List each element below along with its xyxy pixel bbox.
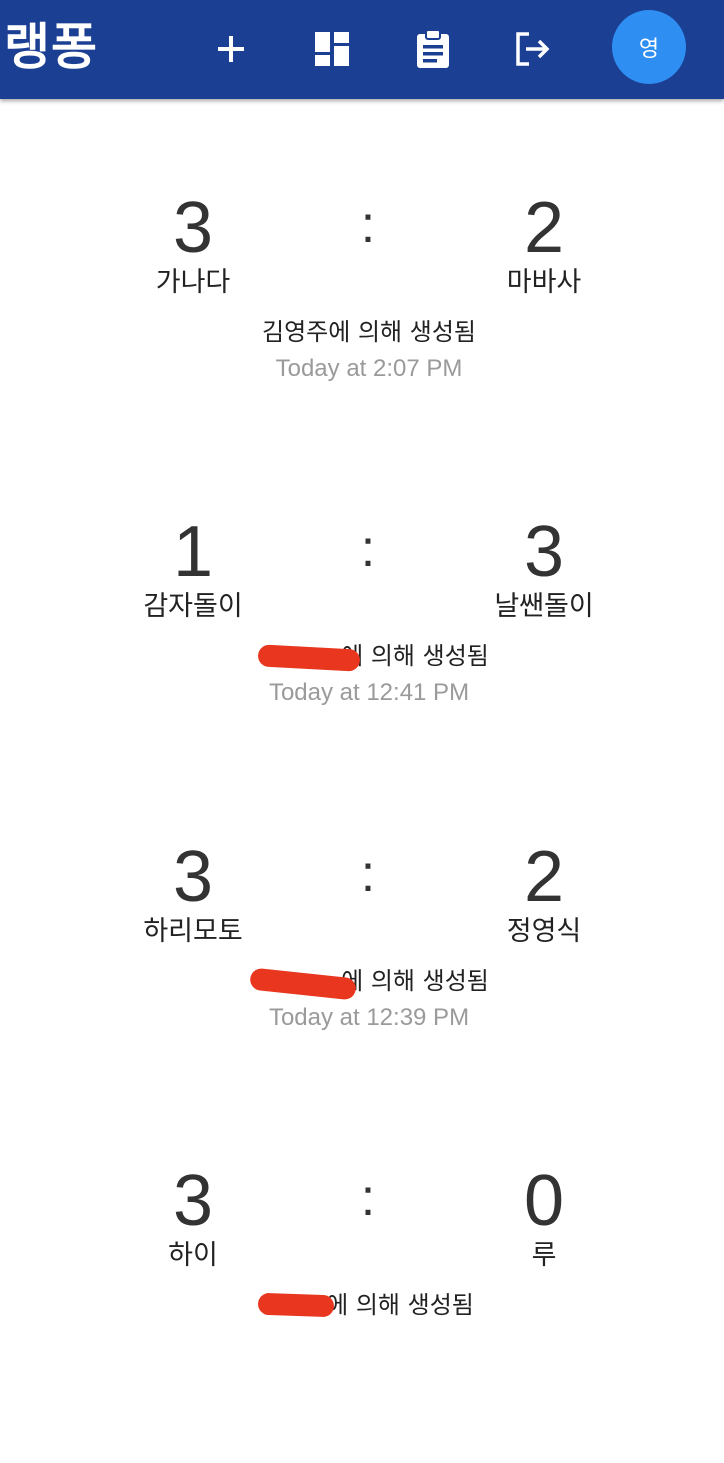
match-timestamp: Today at 12:39 PM bbox=[268, 1004, 470, 1031]
add-icon bbox=[218, 36, 244, 62]
left-player-name: 가나다 bbox=[155, 267, 231, 298]
score-separator: : bbox=[360, 845, 376, 903]
created-by-label: 김영주에 의해 생성됨 bbox=[262, 318, 476, 346]
right-score: 2 bbox=[523, 188, 565, 268]
right-score: 3 bbox=[523, 512, 565, 592]
left-player-name: 하리모토 bbox=[143, 916, 243, 947]
app-bar: 랭퐁 영 bbox=[0, 0, 724, 99]
score-separator: : bbox=[360, 196, 376, 254]
score-separator: : bbox=[360, 1169, 376, 1227]
left-score: 3 bbox=[172, 1161, 214, 1241]
created-by-label: 에 의해 생성됨 bbox=[341, 967, 489, 995]
logout-button[interactable] bbox=[508, 24, 558, 74]
created-by-label: 에 의해 생성됨 bbox=[326, 1291, 474, 1319]
add-button[interactable] bbox=[206, 24, 256, 74]
logout-icon bbox=[516, 32, 550, 66]
right-player-name: 루 bbox=[531, 1240, 557, 1271]
dashboard-button[interactable] bbox=[307, 24, 357, 74]
match-card[interactable]: 3 : 2 하리모토 정영식 에 의해 생성됨 Today at 12:39 P… bbox=[0, 839, 724, 1139]
left-score: 3 bbox=[172, 188, 214, 268]
user-avatar[interactable]: 영 bbox=[612, 10, 686, 84]
dashboard-icon bbox=[315, 32, 349, 66]
match-card[interactable]: 3 : 0 하이 루 에 의해 생성됨 bbox=[0, 1163, 724, 1463]
created-by-label: 에 의해 생성됨 bbox=[341, 642, 489, 670]
match-card[interactable]: 1 : 3 감자돌이 날쌘돌이 에 의해 생성됨 Today at 12:41 … bbox=[0, 514, 724, 814]
score-separator: : bbox=[360, 520, 376, 578]
match-timestamp: Today at 12:41 PM bbox=[268, 679, 470, 706]
match-card[interactable]: 3 : 2 가나다 마바사 김영주에 의해 생성됨 Today at 2:07 … bbox=[0, 190, 724, 490]
clipboard-button[interactable] bbox=[408, 24, 458, 74]
right-score: 2 bbox=[523, 837, 565, 917]
left-player-name: 하이 bbox=[168, 1240, 218, 1271]
left-player-name: 감자돌이 bbox=[143, 591, 243, 622]
right-player-name: 날쌘돌이 bbox=[494, 591, 594, 622]
match-timestamp: Today at 2:07 PM bbox=[275, 355, 463, 382]
left-score: 1 bbox=[172, 512, 214, 592]
left-score: 3 bbox=[172, 837, 214, 917]
redaction-mark bbox=[257, 1292, 335, 1318]
clipboard-icon bbox=[417, 29, 449, 68]
right-score: 0 bbox=[523, 1161, 565, 1241]
right-player-name: 정영식 bbox=[506, 916, 582, 947]
app-title: 랭퐁 bbox=[4, 18, 98, 76]
right-player-name: 마바사 bbox=[506, 267, 582, 298]
